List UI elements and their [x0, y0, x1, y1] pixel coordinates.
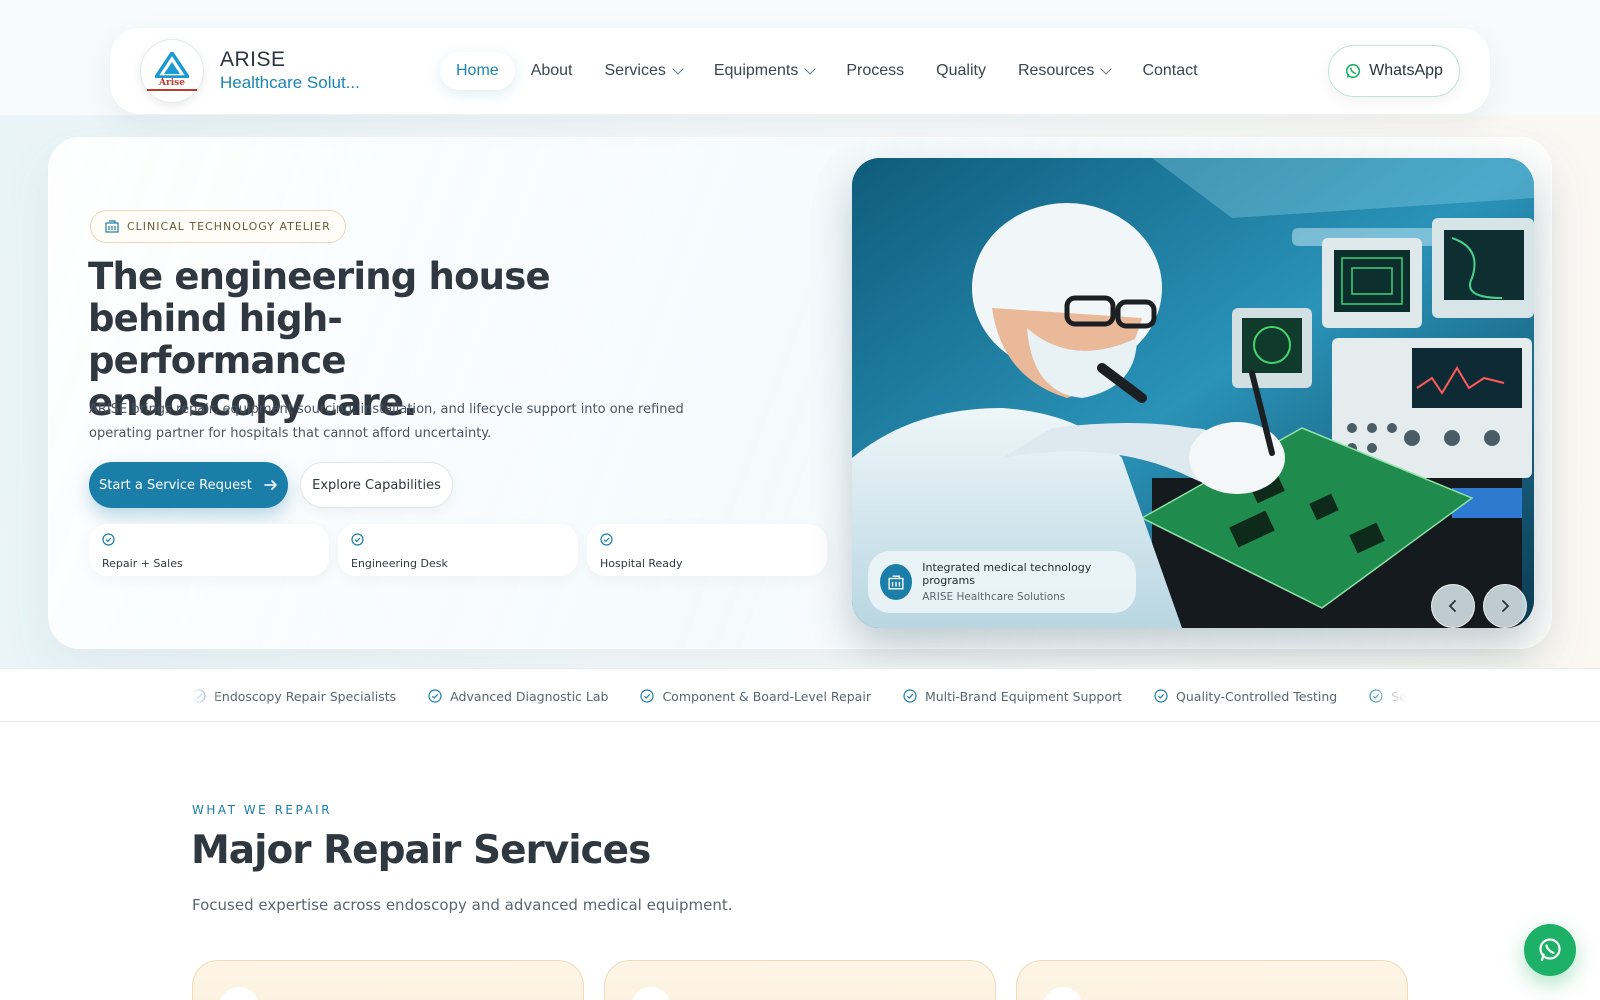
- caption-subtitle: ARISE Healthcare Solutions: [922, 591, 1066, 603]
- slider-next-button[interactable]: [1483, 584, 1527, 628]
- nav-label: Contact: [1142, 62, 1198, 79]
- ticker-track: Endoscopy Repair Specialists Advanced Di…: [192, 669, 1408, 723]
- start-service-request-button[interactable]: Start a Service Request: [89, 462, 288, 508]
- brand-subtitle: Healthcare Solut...: [220, 73, 360, 92]
- check-circle-icon: [1154, 689, 1168, 703]
- ticker-label: Advanced Diagnostic Lab: [450, 688, 609, 704]
- logo-triangle-icon: [155, 51, 189, 78]
- chevron-right-icon: [1502, 600, 1510, 612]
- brand[interactable]: Arise ARISE Healthcare Solut...: [140, 39, 410, 103]
- nav-resources[interactable]: Resources: [1002, 52, 1126, 90]
- check-circle-icon: [428, 689, 442, 703]
- caption-icon: [880, 564, 913, 600]
- arrow-right-icon: [264, 480, 277, 490]
- secondary-cta-label: Explore Capabilities: [312, 477, 441, 493]
- nav-services[interactable]: Services: [589, 52, 698, 90]
- nav-label: Quality: [936, 62, 986, 79]
- chevron-left-icon: [1448, 600, 1456, 612]
- whatsapp-button[interactable]: WhatsApp: [1328, 45, 1460, 97]
- hero-description: ARISE brings repair, equipment sourcing,…: [89, 402, 684, 441]
- main-navbar: Arise ARISE Healthcare Solut... Home Abo…: [110, 28, 1490, 114]
- nav-process[interactable]: Process: [830, 52, 920, 90]
- ticker-label: Component & Board-Level Repair: [662, 688, 871, 704]
- service-card[interactable]: [604, 960, 996, 1000]
- nav-quality[interactable]: Quality: [920, 52, 1002, 90]
- service-icon: [631, 987, 671, 1000]
- check-circle-icon: [903, 689, 917, 703]
- nav-label: About: [530, 62, 573, 79]
- nav-label: Services: [604, 62, 666, 79]
- nav-label: Home: [456, 62, 499, 79]
- explore-capabilities-button[interactable]: Explore Capabilities: [300, 462, 453, 508]
- nav-label: Process: [846, 62, 905, 79]
- check-circle-icon: [600, 533, 613, 546]
- ticker-label: Quality-Controlled Testing: [1176, 688, 1338, 704]
- ticker-item: Endoscopy Repair Specialists: [192, 689, 396, 704]
- building-icon: [888, 575, 904, 589]
- service-icon: [219, 987, 259, 1000]
- section-title: Major Repair Services: [191, 828, 651, 873]
- logo-text: Arise: [159, 77, 185, 88]
- building-icon: [105, 220, 119, 233]
- feature-label: Repair + Sales: [102, 557, 183, 570]
- ticker-item: Multi-Brand Equipment Support: [903, 689, 1122, 704]
- ticker-item: Advanced Diagnostic Lab: [428, 689, 608, 704]
- service-card[interactable]: [1016, 960, 1408, 1000]
- nav-home[interactable]: Home: [440, 52, 515, 90]
- ticker-item: Service Warra: [1369, 689, 1408, 704]
- feature-label: Engineering Desk: [351, 557, 448, 570]
- chevron-down-icon: [804, 63, 817, 75]
- slider-prev-button[interactable]: [1431, 584, 1475, 628]
- feature-label: Hospital Ready: [600, 557, 683, 570]
- chevron-down-icon: [672, 63, 684, 75]
- whatsapp-label: WhatsApp: [1369, 62, 1443, 79]
- whatsapp-icon: [1539, 938, 1561, 962]
- feature-chip-hospital-ready: Hospital Ready: [587, 524, 827, 576]
- ticker-label: Multi-Brand Equipment Support: [924, 688, 1123, 704]
- ticker-item: Component & Board-Level Repair: [640, 689, 871, 704]
- ticker-label: Endoscopy Repair Specialists: [214, 688, 397, 704]
- chevron-down-icon: [1100, 63, 1113, 75]
- check-circle-icon: [1369, 689, 1383, 703]
- nav-links: Home About Services Equipments Process Q…: [440, 52, 1214, 90]
- whatsapp-icon: [1345, 63, 1361, 79]
- nav-equipments[interactable]: Equipments: [698, 52, 831, 90]
- logo-underline: [147, 88, 197, 91]
- check-circle-icon: [640, 689, 655, 703]
- brand-name: ARISE: [220, 48, 286, 71]
- nav-contact[interactable]: Contact: [1126, 52, 1213, 90]
- check-circle-icon: [351, 533, 364, 546]
- ticker-label: Service Warra: [1391, 688, 1408, 704]
- nav-about[interactable]: About: [515, 52, 589, 90]
- service-icon: [1043, 987, 1083, 1000]
- hero-eyebrow: CLINICAL TECHNOLOGY ATELIER: [90, 210, 346, 243]
- floating-whatsapp-button[interactable]: [1524, 924, 1576, 976]
- feature-chip-repair-sales: Repair + Sales: [89, 524, 329, 576]
- caption-title: Integrated medical technology programs: [922, 561, 1092, 587]
- section-eyebrow: WHAT WE REPAIR: [192, 803, 333, 817]
- nav-label: Equipments: [713, 62, 799, 79]
- eyebrow-text: CLINICAL TECHNOLOGY ATELIER: [127, 220, 331, 233]
- primary-cta-label: Start a Service Request: [99, 477, 252, 493]
- ticker-item: Quality-Controlled Testing: [1154, 689, 1337, 704]
- feature-chip-engineering-desk: Engineering Desk: [338, 524, 578, 576]
- check-circle-icon: [192, 689, 206, 703]
- check-circle-icon: [102, 533, 115, 546]
- nav-label: Resources: [1017, 62, 1095, 79]
- section-subtitle: Focused expertise across endoscopy and a…: [192, 896, 733, 914]
- image-caption: Integrated medical technology programs A…: [868, 551, 1136, 613]
- brand-text: ARISE Healthcare Solut...: [220, 48, 360, 94]
- caption-text: Integrated medical technology programs A…: [922, 561, 1124, 603]
- service-card[interactable]: [192, 960, 584, 1000]
- capability-ticker: Endoscopy Repair Specialists Advanced Di…: [0, 668, 1600, 722]
- brand-logo: Arise: [140, 39, 204, 103]
